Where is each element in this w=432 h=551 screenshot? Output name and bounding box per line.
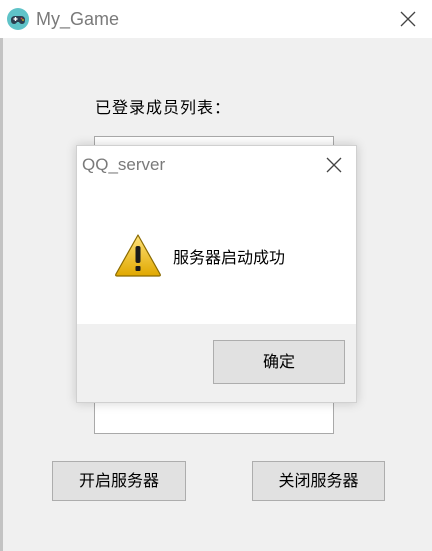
dialog-body: 服务器启动成功 <box>77 184 356 324</box>
ok-button[interactable]: 确定 <box>213 340 345 384</box>
close-icon[interactable] <box>396 7 420 31</box>
members-list-label: 已登录成员列表： <box>95 98 232 117</box>
dialog-title: QQ_server <box>82 155 166 174</box>
dialog-titlebar: QQ_server <box>77 146 356 184</box>
window-edge <box>0 38 3 551</box>
gamepad-icon <box>7 8 29 30</box>
stop-server-button[interactable]: 关闭服务器 <box>252 461 385 501</box>
start-server-button[interactable]: 开启服务器 <box>52 461 186 501</box>
titlebar: My_Game <box>0 0 432 38</box>
warning-icon <box>115 234 161 277</box>
window-title: My_Game <box>36 9 120 29</box>
message-dialog: QQ_server 服务器启动成功 确定 <box>76 145 357 403</box>
dialog-message: 服务器启动成功 <box>173 248 286 267</box>
dialog-close-icon[interactable] <box>322 153 346 177</box>
